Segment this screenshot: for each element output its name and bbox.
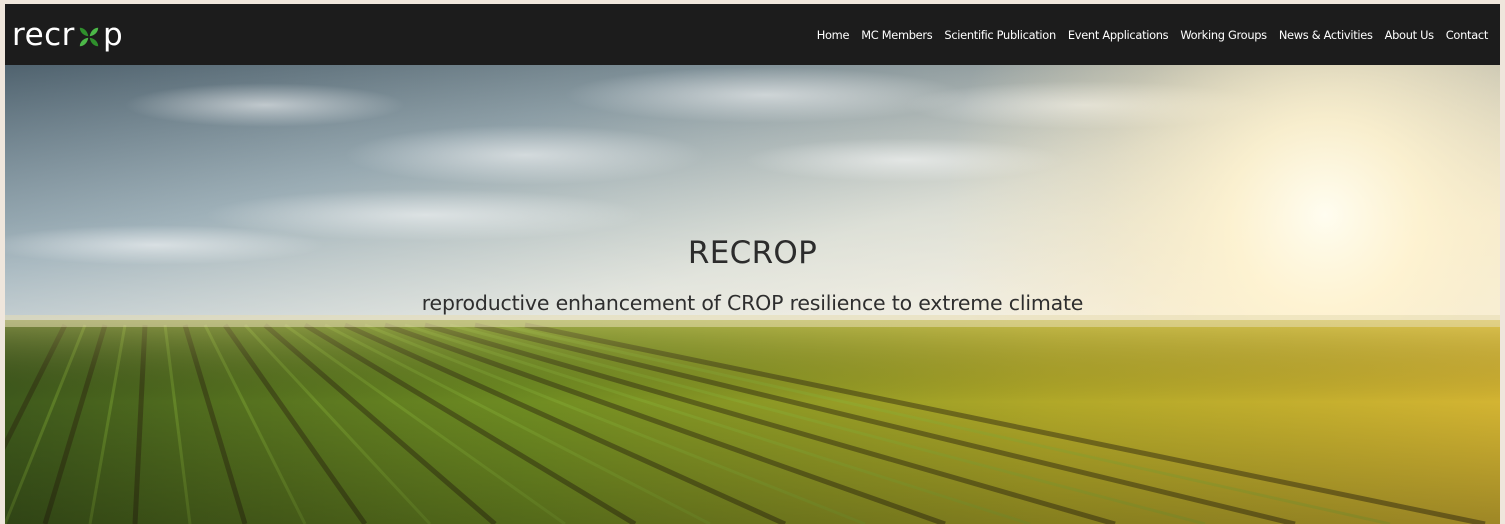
hero-banner: RECROP reproductive enhancement of CROP … xyxy=(5,65,1500,524)
site-logo[interactable]: recr p xyxy=(12,15,123,55)
nav-contact[interactable]: Contact xyxy=(1446,28,1489,42)
nav-mc-members[interactable]: MC Members xyxy=(861,28,933,42)
page-frame: recr p Home MC Members Scientific Public… xyxy=(5,4,1500,524)
nav-working-groups[interactable]: Working Groups xyxy=(1180,28,1267,42)
logo-text-left: recr xyxy=(12,16,75,53)
nav-event-applications[interactable]: Event Applications xyxy=(1068,28,1169,42)
navbar: recr p Home MC Members Scientific Public… xyxy=(5,4,1500,65)
leaf-o-icon xyxy=(79,27,99,46)
nav-about-us[interactable]: About Us xyxy=(1385,28,1434,42)
hero-title: RECROP xyxy=(687,235,818,271)
nav-news-activities[interactable]: News & Activities xyxy=(1279,28,1373,42)
main-nav: Home MC Members Scientific Publication E… xyxy=(805,28,1489,42)
nav-home[interactable]: Home xyxy=(817,28,850,42)
hero-subtitle: reproductive enhancement of CROP resilie… xyxy=(421,291,1084,315)
nav-scientific-publication[interactable]: Scientific Publication xyxy=(944,28,1056,42)
logo-text-right: p xyxy=(102,16,124,53)
